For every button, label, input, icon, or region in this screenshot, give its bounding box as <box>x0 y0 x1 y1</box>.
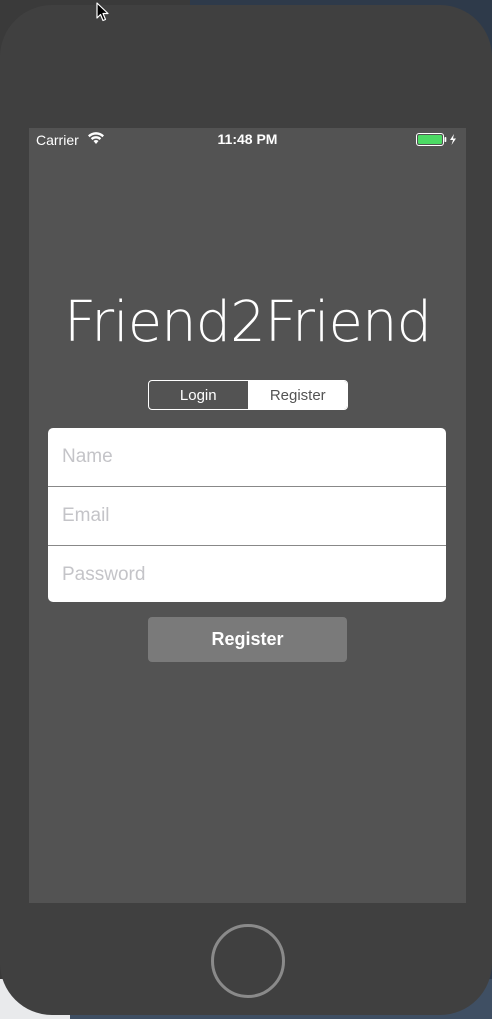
app-title: Friend2Friend <box>63 290 432 355</box>
password-field[interactable] <box>48 546 446 602</box>
login-register-segmented-control: Login Register <box>148 380 348 410</box>
home-button[interactable] <box>211 924 285 998</box>
registration-form <box>48 428 446 602</box>
mouse-cursor-icon <box>96 2 109 22</box>
simulator-device: Carrier 11:48 PM Friend2Friend Login Reg… <box>0 5 492 1015</box>
battery-charging-icon <box>416 133 456 146</box>
login-segment[interactable]: Login <box>149 381 249 409</box>
email-field[interactable] <box>48 487 446 545</box>
app-screen: Carrier 11:48 PM Friend2Friend Login Reg… <box>29 128 466 903</box>
name-field[interactable] <box>48 428 446 486</box>
register-button[interactable]: Register <box>148 617 347 662</box>
register-segment[interactable]: Register <box>248 381 347 409</box>
status-time: 11:48 PM <box>217 131 278 147</box>
status-bar: Carrier 11:48 PM <box>29 128 466 150</box>
